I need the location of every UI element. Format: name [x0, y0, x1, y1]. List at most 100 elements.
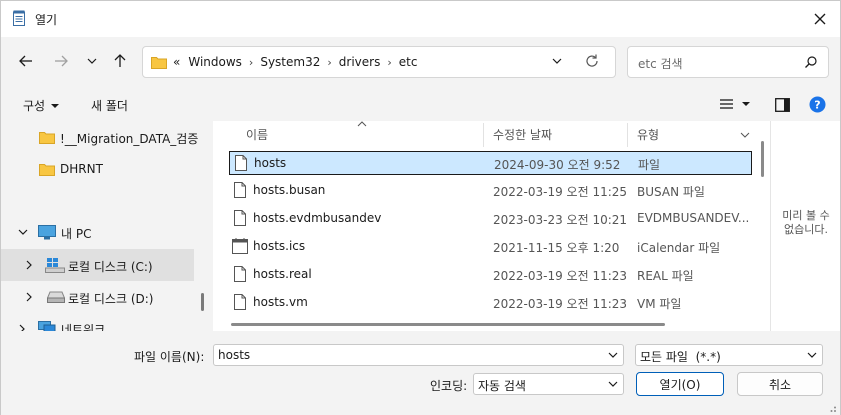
resize-grip-icon[interactable]: [827, 403, 837, 413]
preview-pane-icon[interactable]: [775, 98, 790, 112]
breadcrumb-drivers[interactable]: drivers: [339, 55, 381, 69]
sidebar-item-network[interactable]: 네트워크: [1, 313, 194, 331]
sidebar-item-label: 네트워크: [61, 323, 106, 331]
preview-message: 미리 볼 수 없습니다.: [782, 209, 830, 236]
encoding-value: 자동 검색: [478, 379, 526, 393]
folder-icon: [39, 164, 55, 176]
chevron-down-icon[interactable]: [740, 131, 750, 139]
file-list: 이름 수정한 날짜 유형 hosts 2024-09-30 오전 9:52 파일: [213, 121, 770, 331]
recent-locations-button[interactable]: [80, 49, 104, 73]
filename-label: 파일 이름(N):: [134, 350, 205, 364]
sidebar-item-this-pc[interactable]: 내 PC: [1, 216, 194, 248]
file-date: 2023-03-23 오전 10:21: [493, 213, 628, 227]
close-button[interactable]: [806, 5, 834, 33]
file-row-hosts-real[interactable]: hosts.real 2022-03-19 오전 11:23 REAL 파일: [229, 263, 752, 287]
cancel-button-label: 취소: [768, 377, 792, 392]
encoding-select[interactable]: 자동 검색: [473, 373, 624, 395]
toolbar: 구성 새 폴더 ?: [1, 89, 840, 121]
file-icon: [234, 266, 246, 282]
column-header-date[interactable]: 수정한 날짜: [493, 121, 552, 147]
file-type: iCalendar 파일: [637, 241, 721, 255]
chevron-down-icon: [87, 58, 97, 64]
chevron-right-icon[interactable]: ›: [327, 56, 331, 69]
chevron-right-icon[interactable]: ›: [387, 56, 391, 69]
file-date: 2022-03-19 오전 11:25: [493, 185, 628, 199]
breadcrumb: « Windows › System32 › drivers › etc: [173, 55, 417, 69]
folder-icon: [39, 132, 55, 144]
column-header-name[interactable]: 이름: [246, 121, 268, 147]
dialog-footer: 파일 이름(N): hosts 모든 파일 (*.*) 인코딩: 자동 검색 열…: [1, 331, 840, 415]
file-row-hosts-vm[interactable]: hosts.vm 2022-03-19 오전 11:23 VM 파일: [229, 291, 752, 315]
file-name: hosts.busan: [253, 183, 326, 197]
file-date: 2022-03-19 오전 11:23: [493, 269, 628, 283]
caret-down-icon: [51, 103, 60, 108]
new-folder-button[interactable]: 새 폴더: [91, 97, 128, 114]
sidebar-item-dhrnt[interactable]: DHRNT: [1, 153, 194, 185]
column-header-type[interactable]: 유형: [637, 121, 659, 147]
caret-down-icon: [742, 102, 750, 106]
chevron-right-icon[interactable]: [25, 260, 33, 270]
folder-icon: [151, 57, 167, 69]
address-bar[interactable]: « Windows › System32 › drivers › etc: [142, 46, 616, 78]
filetype-select[interactable]: 모든 파일 (*.*): [635, 344, 823, 366]
window-title: 열기: [35, 13, 58, 27]
file-row-hosts-busan[interactable]: hosts.busan 2022-03-19 오전 11:25 BUSAN 파일: [229, 179, 752, 203]
file-icon: [234, 210, 246, 226]
organize-button[interactable]: 구성: [23, 97, 60, 114]
search-icon: [805, 56, 817, 68]
breadcrumb-etc[interactable]: etc: [399, 55, 418, 69]
column-divider[interactable]: [627, 123, 628, 147]
arrow-left-icon: [19, 55, 32, 67]
forward-button[interactable]: [49, 49, 73, 73]
navigation-bar: « Windows › System32 › drivers › etc etc…: [1, 37, 840, 89]
back-button[interactable]: [14, 49, 38, 73]
cancel-button[interactable]: 취소: [737, 372, 823, 396]
navigation-pane: !__Migration_DATA_검증 DHRNT 내 PC 로컬 디스크 (…: [1, 121, 213, 331]
chevron-right-icon[interactable]: [18, 324, 26, 331]
chevron-right-icon[interactable]: [25, 292, 33, 302]
file-row-hosts-evdmbusandev[interactable]: hosts.evdmbusandev 2023-03-23 오전 10:21 E…: [229, 207, 752, 231]
sidebar-scrollbar[interactable]: [201, 293, 204, 311]
filename-input[interactable]: hosts: [213, 344, 624, 366]
file-name: hosts: [254, 156, 287, 170]
open-dialog: 열기 « Windows › System32 › drivers › etc …: [0, 0, 841, 415]
breadcrumb-windows[interactable]: Windows: [188, 55, 242, 69]
open-button[interactable]: 열기(O): [636, 372, 724, 396]
search-placeholder: etc 검색: [638, 57, 683, 71]
sort-up-icon: [357, 121, 367, 127]
breadcrumb-overflow[interactable]: «: [173, 55, 180, 69]
chevron-right-icon[interactable]: ›: [249, 56, 253, 69]
file-date: 2024-09-30 오전 9:52: [494, 158, 621, 172]
vertical-scrollbar[interactable]: [761, 141, 764, 177]
sidebar-item-local-disk-c[interactable]: 로컬 디스크 (C:): [1, 249, 194, 281]
file-name: hosts.vm: [253, 295, 308, 309]
breadcrumb-system32[interactable]: System32: [260, 55, 320, 69]
preview-pane: 미리 볼 수 없습니다.: [770, 121, 840, 331]
file-row-hosts[interactable]: hosts 2024-09-30 오전 9:52 파일: [229, 151, 752, 175]
filetype-value: 모든 파일 (*.*): [640, 350, 721, 364]
chevron-down-icon[interactable]: [18, 228, 28, 236]
file-icon: [234, 294, 246, 310]
chevron-down-icon[interactable]: [551, 55, 563, 67]
arrow-right-icon: [55, 55, 68, 67]
chevron-down-icon[interactable]: [806, 349, 818, 361]
open-button-label: 열기(O): [659, 377, 701, 392]
view-options-button[interactable]: [720, 98, 751, 110]
sidebar-item-label: 로컬 디스크 (C:): [68, 260, 153, 274]
file-type: 파일: [638, 158, 661, 172]
refresh-icon[interactable]: [584, 53, 600, 69]
search-box[interactable]: etc 검색: [627, 46, 829, 78]
file-row-hosts-ics[interactable]: hosts.ics 2021-11-15 오후 1:20 iCalendar 파…: [229, 235, 752, 259]
up-button[interactable]: [108, 49, 132, 73]
help-icon[interactable]: ?: [809, 96, 826, 113]
horizontal-scrollbar[interactable]: [231, 323, 665, 326]
chevron-down-icon[interactable]: [607, 378, 619, 390]
column-divider[interactable]: [483, 123, 484, 147]
chevron-down-icon[interactable]: [607, 349, 619, 361]
arrow-up-icon: [114, 54, 126, 67]
sidebar-item-local-disk-d[interactable]: 로컬 디스크 (D:): [1, 281, 194, 313]
drive-icon: [47, 291, 65, 303]
file-name: hosts.real: [253, 267, 312, 281]
sidebar-item-migration-data[interactable]: !__Migration_DATA_검증: [1, 121, 198, 153]
file-date: 2021-11-15 오후 1:20: [493, 241, 620, 255]
